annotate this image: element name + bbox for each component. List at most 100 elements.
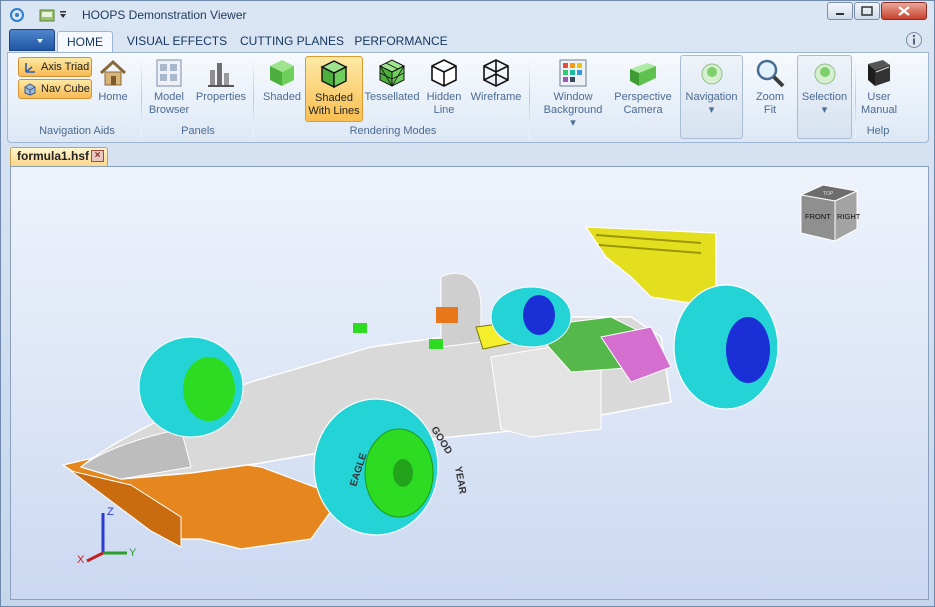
- minimize-button[interactable]: [827, 2, 853, 20]
- shaded-label: Shaded: [263, 91, 301, 103]
- axis-x-label: X: [77, 554, 85, 566]
- formula1-model-render: EAGLE GOOD YEAR FRONT RIGHT TOP Z Y X: [61, 184, 861, 566]
- front-right-hub: [393, 459, 413, 487]
- axis-triad-icon: [25, 63, 35, 73]
- tab-performance[interactable]: PERFORMANCE: [353, 31, 449, 53]
- ribbon-panel: Axis Triad Nav Cube Home Navigation Aids…: [7, 52, 929, 143]
- properties-chart-icon: [208, 63, 234, 87]
- wireframe-button[interactable]: Wireframe: [467, 57, 525, 104]
- nav-cube-right-label: RIGHT: [837, 212, 861, 221]
- selection-button[interactable]: Selection ▾: [797, 55, 852, 139]
- book-icon: [868, 60, 890, 86]
- info-help-icon[interactable]: [905, 31, 923, 49]
- chevron-down-icon: ▾: [570, 117, 576, 129]
- mirror-right: [429, 339, 443, 349]
- minimize-icon: [836, 13, 844, 15]
- shaded-with-lines-label-line1: Shaded: [315, 92, 353, 104]
- properties-button[interactable]: Properties: [194, 57, 248, 104]
- selection-label: Selection: [801, 91, 848, 103]
- home-button[interactable]: Home: [94, 57, 132, 104]
- nav-cube-button[interactable]: Nav Cube: [18, 79, 92, 99]
- shaded-button[interactable]: Shaded: [260, 57, 304, 104]
- nav-cube-widget[interactable]: FRONT RIGHT TOP: [799, 184, 861, 242]
- application-menu-button[interactable]: [9, 29, 55, 51]
- open-file-icon[interactable]: [39, 7, 55, 23]
- rear-right-hub: [726, 317, 770, 383]
- selection-icon: [814, 63, 835, 85]
- model-browser-label-line1: Model: [154, 91, 184, 103]
- window-background-button[interactable]: Window Background ▾: [540, 57, 606, 130]
- home-icon: [99, 59, 127, 86]
- nav-cube-front-label: FRONT: [805, 212, 831, 221]
- ribbon-tab-row: HOME VISUAL EFFECTS CUTTING PLANES PERFO…: [7, 29, 929, 53]
- nav-cube-top-label: TOP: [823, 191, 834, 197]
- maximize-icon: [861, 6, 873, 16]
- close-document-icon[interactable]: ×: [91, 150, 104, 162]
- chevron-down-icon: ▾: [821, 104, 828, 116]
- axis-y-label: Y: [129, 547, 137, 559]
- axis-triad-widget: Z Y X: [77, 506, 137, 566]
- perspective-camera-button[interactable]: Perspective Camera: [610, 57, 676, 117]
- title-bar: HOOPS Demonstration Viewer: [1, 1, 934, 29]
- hidden-line-cube-icon: [431, 59, 457, 87]
- zoom-fit-button[interactable]: Zoom Fit: [748, 57, 792, 117]
- shaded-with-lines-label-line2: With Lines: [308, 105, 360, 117]
- hidden-line-label-line1: Hidden: [426, 91, 462, 103]
- user-manual-button[interactable]: User Manual: [858, 57, 900, 117]
- perspective-box-icon: [630, 63, 656, 86]
- document-tab[interactable]: formula1.hsf ×: [10, 147, 108, 166]
- document-tab-label: formula1.hsf: [17, 149, 90, 163]
- app-logo-icon[interactable]: [9, 7, 25, 23]
- tab-cutting-planes[interactable]: CUTTING PLANES: [237, 31, 347, 53]
- hidden-line-button[interactable]: Hidden Line: [422, 57, 466, 117]
- group-separator: [253, 58, 254, 138]
- chevron-down-icon: [37, 39, 43, 43]
- model-browser-icon: [156, 59, 182, 87]
- properties-label: Properties: [195, 91, 247, 103]
- tessellated-cube-icon: [378, 59, 406, 87]
- shaded-with-lines-cube-icon: [320, 60, 348, 89]
- perspective-camera-label-line2: Camera: [623, 104, 663, 116]
- user-manual-label-line2: Manual: [860, 104, 898, 116]
- perspective-camera-label-line1: Perspective: [614, 91, 672, 103]
- tire-sidewall-text-2: YEAR: [452, 466, 468, 496]
- model-browser-label-line2: Browser: [148, 104, 190, 116]
- model-browser-button[interactable]: Model Browser: [146, 57, 192, 117]
- shaded-with-lines-button[interactable]: Shaded With Lines: [305, 56, 363, 122]
- close-window-button[interactable]: [881, 2, 927, 20]
- close-icon: [898, 6, 910, 16]
- front-left-rim: [183, 357, 235, 421]
- 3d-viewport[interactable]: EAGLE GOOD YEAR FRONT RIGHT TOP Z Y X: [10, 166, 929, 600]
- group-label-navigation-aids: Navigation Aids: [39, 125, 115, 137]
- window-background-label-line2: Background: [543, 104, 603, 116]
- navigation-icon: [701, 63, 722, 85]
- tab-visual-effects[interactable]: VISUAL EFFECTS: [123, 31, 231, 53]
- maximize-button[interactable]: [854, 2, 880, 20]
- home-label: Home: [98, 91, 128, 103]
- group-label-rendering-modes: Rendering Modes: [349, 125, 437, 137]
- axis-z-label: Z: [107, 506, 114, 518]
- tessellated-label: Tessellated: [364, 91, 420, 103]
- navigation-button[interactable]: Navigation ▾: [680, 55, 743, 139]
- window-background-label-line1: Window: [553, 91, 593, 103]
- magnifier-icon: [756, 59, 785, 88]
- navigation-label: Navigation: [685, 91, 738, 103]
- quick-access-dropdown-icon[interactable]: [59, 7, 67, 23]
- axis-triad-label: Axis Triad: [41, 61, 90, 73]
- axis-triad-button[interactable]: Axis Triad: [18, 57, 92, 77]
- rear-left-hub: [523, 295, 555, 335]
- tab-home[interactable]: HOME: [57, 31, 113, 53]
- shaded-cube-icon: [270, 60, 294, 86]
- group-label-help: Help: [866, 125, 890, 137]
- driver-seat-part: [436, 307, 458, 323]
- window-title: HOOPS Demonstration Viewer: [82, 8, 247, 22]
- mirror-left: [353, 323, 367, 333]
- tessellated-button[interactable]: Tessellated: [364, 57, 420, 104]
- group-separator: [529, 58, 530, 138]
- group-label-panels: Panels: [181, 125, 215, 137]
- application-window: HOOPS Demonstration Viewer HOME VISUAL E…: [0, 0, 935, 607]
- color-palette-icon: [559, 59, 587, 87]
- hidden-line-label-line2: Line: [433, 104, 455, 116]
- user-manual-label-line1: User: [867, 91, 891, 103]
- wireframe-cube-icon: [483, 59, 509, 87]
